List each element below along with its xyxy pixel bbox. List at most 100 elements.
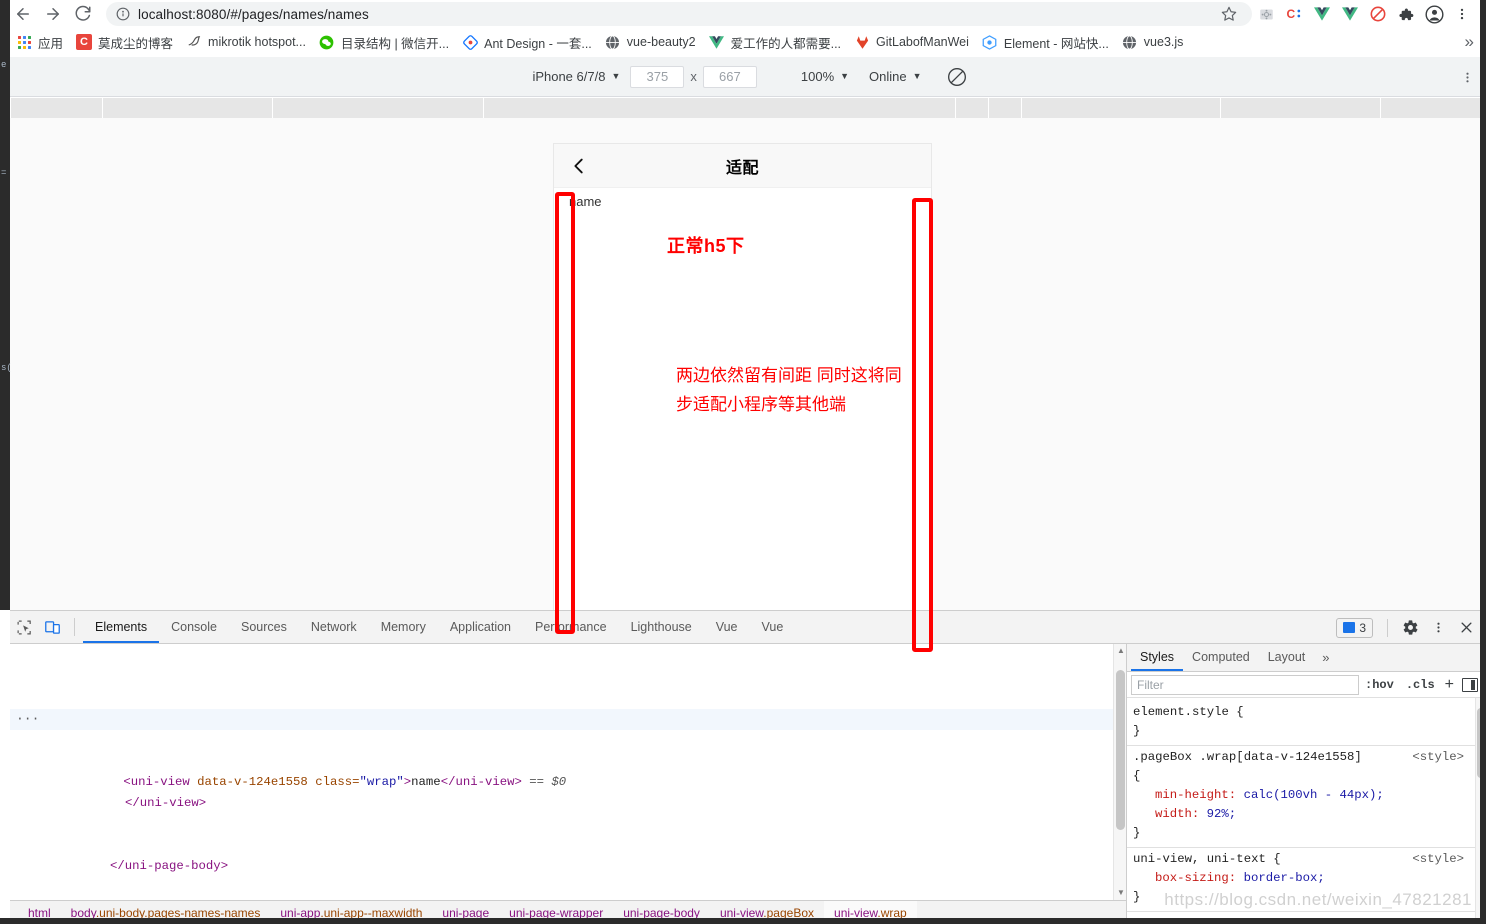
puzzle-extensions-icon[interactable] bbox=[1392, 1, 1420, 27]
bookmark-item[interactable]: 目录结构 | 微信开... bbox=[317, 31, 456, 53]
tab-application[interactable]: Application bbox=[438, 611, 523, 643]
rule-declaration[interactable]: min-height: calc(100vh - 44px); bbox=[1133, 786, 1476, 805]
dom-row-selected[interactable]: ··· <uni-view data-v-124e1558 class="wra… bbox=[10, 709, 1126, 789]
bookmark-label: 爱工作的人都需要... bbox=[730, 36, 842, 51]
dom-row[interactable]: </uni-view> bbox=[10, 793, 1126, 814]
bookmark-item[interactable]: vue3.js bbox=[1120, 31, 1191, 53]
tab-vue[interactable]: Vue bbox=[704, 611, 750, 643]
back-arrow-icon[interactable] bbox=[8, 1, 38, 27]
wrap-text: name bbox=[569, 194, 602, 209]
chrome-menu-icon[interactable] bbox=[1448, 1, 1476, 27]
address-bar[interactable]: localhost:8080/#/pages/names/names bbox=[106, 2, 1252, 26]
bookmark-item[interactable]: 应用 bbox=[14, 31, 70, 53]
gear-icon[interactable] bbox=[1396, 614, 1424, 642]
issues-count: 3 bbox=[1359, 620, 1366, 635]
rule-origin[interactable]: <style> bbox=[1412, 850, 1464, 869]
issues-badge[interactable]: 3 bbox=[1336, 617, 1373, 638]
scroll-up-arrow-icon[interactable]: ▲ bbox=[1117, 646, 1125, 655]
tab-console[interactable]: Console bbox=[159, 611, 229, 643]
block-extension-icon[interactable] bbox=[1364, 1, 1392, 27]
styles-pane: Styles Computed Layout » Filter :hov .cl… bbox=[1126, 644, 1486, 924]
editor-glyph: s( bbox=[1, 363, 12, 373]
chevron-left-icon[interactable] bbox=[568, 155, 590, 177]
kebab-menu-icon[interactable] bbox=[1424, 614, 1452, 642]
style-rule-pagebox-wrap[interactable]: <style> .pageBox .wrap[data-v-124e1558] … bbox=[1127, 746, 1486, 848]
dom-line-text: </uni-view> bbox=[125, 796, 207, 810]
c-extension-icon[interactable]: C bbox=[1280, 1, 1308, 27]
dom-ellipsis-button[interactable]: ··· bbox=[16, 710, 39, 728]
styles-tabbar: Styles Computed Layout » bbox=[1127, 644, 1486, 672]
styles-rules-list: element.style { } <style> .pageBox .wrap… bbox=[1127, 698, 1486, 919]
devtools-body: ··· <uni-view data-v-124e1558 class="wra… bbox=[10, 644, 1486, 924]
rule-declaration[interactable]: box-sizing: border-box; bbox=[1133, 869, 1476, 888]
dom-row[interactable]: </uni-page-body> bbox=[10, 856, 1126, 877]
rule-close-brace: } bbox=[1133, 724, 1141, 738]
tab-memory[interactable]: Memory bbox=[369, 611, 438, 643]
site-info-icon[interactable] bbox=[116, 7, 130, 21]
declaration-colon: : bbox=[1191, 807, 1207, 821]
page-title: 适配 bbox=[725, 159, 759, 177]
dom-tree: ··· <uni-view data-v-124e1558 class="wra… bbox=[10, 644, 1126, 924]
tab-sources[interactable]: Sources bbox=[229, 611, 299, 643]
declaration-property: min-height bbox=[1155, 788, 1229, 802]
bookmarks-overflow-button[interactable]: » bbox=[1465, 32, 1474, 52]
rotate-device-icon[interactable] bbox=[944, 64, 970, 90]
scrollbar-thumb[interactable] bbox=[1116, 670, 1125, 830]
declaration-property: box-sizing bbox=[1155, 871, 1229, 885]
rule-declaration[interactable]: width: 92%; bbox=[1133, 805, 1476, 824]
tab-vue-secondary[interactable]: Vue bbox=[750, 611, 796, 643]
vue-devtools-icon[interactable] bbox=[1308, 1, 1336, 27]
declaration-property: width bbox=[1155, 807, 1192, 821]
hov-toggle-button[interactable]: :hov bbox=[1359, 678, 1400, 692]
toggle-device-toolbar-icon[interactable] bbox=[38, 613, 66, 641]
annotation-text-primary: 正常h5下 bbox=[667, 236, 745, 256]
styles-filter-input[interactable]: Filter bbox=[1131, 674, 1360, 695]
tab-layout[interactable]: Layout bbox=[1259, 644, 1315, 671]
bookmark-item[interactable]: Element - 网站快... bbox=[980, 31, 1116, 53]
globe-icon bbox=[1122, 34, 1138, 50]
device-emulation-toolbar: iPhone 6/7/8 ▼ 375 x 667 100% ▼ Online ▼ bbox=[10, 57, 1486, 97]
bookmark-item[interactable]: GitLabofManWei bbox=[852, 31, 976, 53]
tab-performance[interactable]: Performance bbox=[523, 611, 619, 643]
vue-extension-icon[interactable] bbox=[1336, 1, 1364, 27]
tab-network[interactable]: Network bbox=[299, 611, 369, 643]
zoom-selector[interactable]: 100% ▼ bbox=[795, 66, 855, 87]
device-toolbar-menu-icon[interactable] bbox=[1456, 65, 1478, 89]
styles-more-tabs-button[interactable]: » bbox=[1314, 650, 1337, 665]
reload-icon[interactable] bbox=[68, 1, 98, 27]
throttling-selector[interactable]: Online ▼ bbox=[863, 66, 928, 87]
style-rule-uni-view-text[interactable]: <style> uni-view, uni-text { box-sizing:… bbox=[1127, 848, 1486, 912]
bookmark-item[interactable]: mikrotik hotspot... bbox=[184, 31, 313, 53]
dimension-separator: x bbox=[690, 69, 697, 84]
device-selector[interactable]: iPhone 6/7/8 ▼ bbox=[526, 66, 626, 87]
rule-origin[interactable]: <style> bbox=[1412, 748, 1464, 767]
bookmark-item[interactable]: Ant Design - 一套... bbox=[460, 31, 599, 53]
svg-text:C: C bbox=[1286, 7, 1295, 21]
tab-elements[interactable]: Elements bbox=[83, 611, 160, 643]
device-height-input[interactable]: 667 bbox=[702, 65, 757, 88]
new-style-rule-button[interactable]: + bbox=[1441, 676, 1458, 694]
cast-icon[interactable] bbox=[1252, 1, 1280, 27]
throttling-selector-label: Online bbox=[869, 69, 907, 84]
bookmark-item[interactable]: C 莫成尘的博客 bbox=[74, 31, 180, 53]
profile-avatar-icon[interactable] bbox=[1420, 1, 1448, 27]
forward-arrow-icon[interactable] bbox=[38, 1, 68, 27]
tab-lighthouse[interactable]: Lighthouse bbox=[619, 611, 704, 643]
style-rule-element-style[interactable]: element.style { } bbox=[1127, 701, 1486, 746]
toolbar-divider bbox=[74, 618, 75, 636]
tab-computed[interactable]: Computed bbox=[1183, 644, 1259, 671]
dom-attr-class: class= bbox=[315, 775, 360, 789]
device-width-input[interactable]: 375 bbox=[630, 65, 685, 88]
close-icon[interactable] bbox=[1452, 614, 1480, 642]
bookmark-item[interactable]: vue-beauty2 bbox=[603, 31, 703, 53]
toggle-sidebar-icon[interactable] bbox=[1462, 677, 1478, 692]
bookmark-item[interactable]: 爱工作的人都需要... bbox=[707, 31, 848, 53]
inspect-element-icon[interactable] bbox=[10, 613, 38, 641]
ant-design-icon bbox=[462, 34, 478, 50]
tab-styles[interactable]: Styles bbox=[1131, 644, 1184, 671]
dom-tree-scrollbar[interactable]: ▲ ▼ bbox=[1113, 644, 1126, 924]
bookmark-star-icon[interactable] bbox=[1216, 1, 1242, 27]
cls-toggle-button[interactable]: .cls bbox=[1400, 678, 1441, 692]
globe-icon bbox=[605, 34, 621, 50]
scroll-down-arrow-icon[interactable]: ▼ bbox=[1117, 888, 1125, 897]
